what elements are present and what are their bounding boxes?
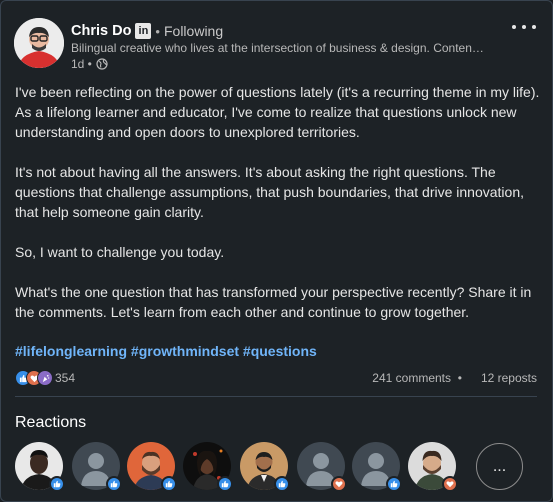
reactor-avatar[interactable] <box>297 442 347 492</box>
like-icon <box>274 476 290 492</box>
post-card: Chris Do in • Following Bilingual creati… <box>0 0 553 502</box>
following-status[interactable]: Following <box>164 23 223 39</box>
reactor-avatar[interactable] <box>183 442 233 492</box>
more-dot-icon <box>522 25 526 29</box>
reactor-list: ... <box>15 442 523 492</box>
separator-dot: • <box>155 23 160 39</box>
linkedin-icon: in <box>135 23 152 39</box>
more-reactions-button[interactable]: ... <box>476 443 523 490</box>
more-dot-icon <box>532 25 536 29</box>
post-time: 1d • <box>71 57 92 71</box>
like-icon <box>161 476 177 492</box>
post-paragraph: So, I want to challenge you today. <box>15 244 225 260</box>
heart-icon <box>331 476 347 492</box>
reaction-icons[interactable] <box>15 370 53 386</box>
like-icon <box>49 476 65 492</box>
social-counts: 354 241 comments • 12 reposts <box>15 369 537 387</box>
reaction-count[interactable]: 354 <box>55 371 75 385</box>
like-icon <box>386 476 402 492</box>
post-paragraph: It's not about having all the answers. I… <box>15 164 524 220</box>
reactor-avatar[interactable] <box>127 442 177 492</box>
hashtag-list: #lifelonglearning #growthmindset #questi… <box>15 341 317 361</box>
globe-icon <box>96 58 108 70</box>
reposts-count-link[interactable]: 12 reposts <box>481 371 537 385</box>
comments-count-link[interactable]: 241 comments <box>372 371 451 385</box>
post-meta: 1d • <box>71 57 108 71</box>
reactor-avatar[interactable] <box>15 442 65 492</box>
hashtag-link[interactable]: #growthmindset <box>131 343 239 359</box>
reactor-avatar[interactable] <box>72 442 122 492</box>
more-dot-icon <box>512 25 516 29</box>
more-options-button[interactable] <box>512 19 536 35</box>
author-row: Chris Do in • Following <box>71 21 223 41</box>
divider <box>15 396 537 397</box>
post-paragraph: I've been reflecting on the power of que… <box>15 84 540 140</box>
separator-dot: • <box>457 371 462 385</box>
author-name[interactable]: Chris Do <box>71 23 131 39</box>
reactor-avatar[interactable] <box>352 442 402 492</box>
author-headline: Bilingual creative who lives at the inte… <box>71 41 484 55</box>
reactions-heading: Reactions <box>15 414 87 431</box>
like-icon <box>106 476 122 492</box>
post-body: I've been reflecting on the power of que… <box>15 82 540 342</box>
reactor-avatar[interactable] <box>408 442 458 492</box>
heart-icon <box>442 476 458 492</box>
reactor-avatar[interactable] <box>240 442 290 492</box>
hashtag-link[interactable]: #questions <box>243 343 317 359</box>
hashtag-link[interactable]: #lifelonglearning <box>15 343 127 359</box>
like-icon <box>217 476 233 492</box>
author-avatar[interactable] <box>14 18 64 68</box>
celebrate-icon <box>37 370 53 386</box>
post-paragraph: What's the one question that has transfo… <box>15 284 532 320</box>
